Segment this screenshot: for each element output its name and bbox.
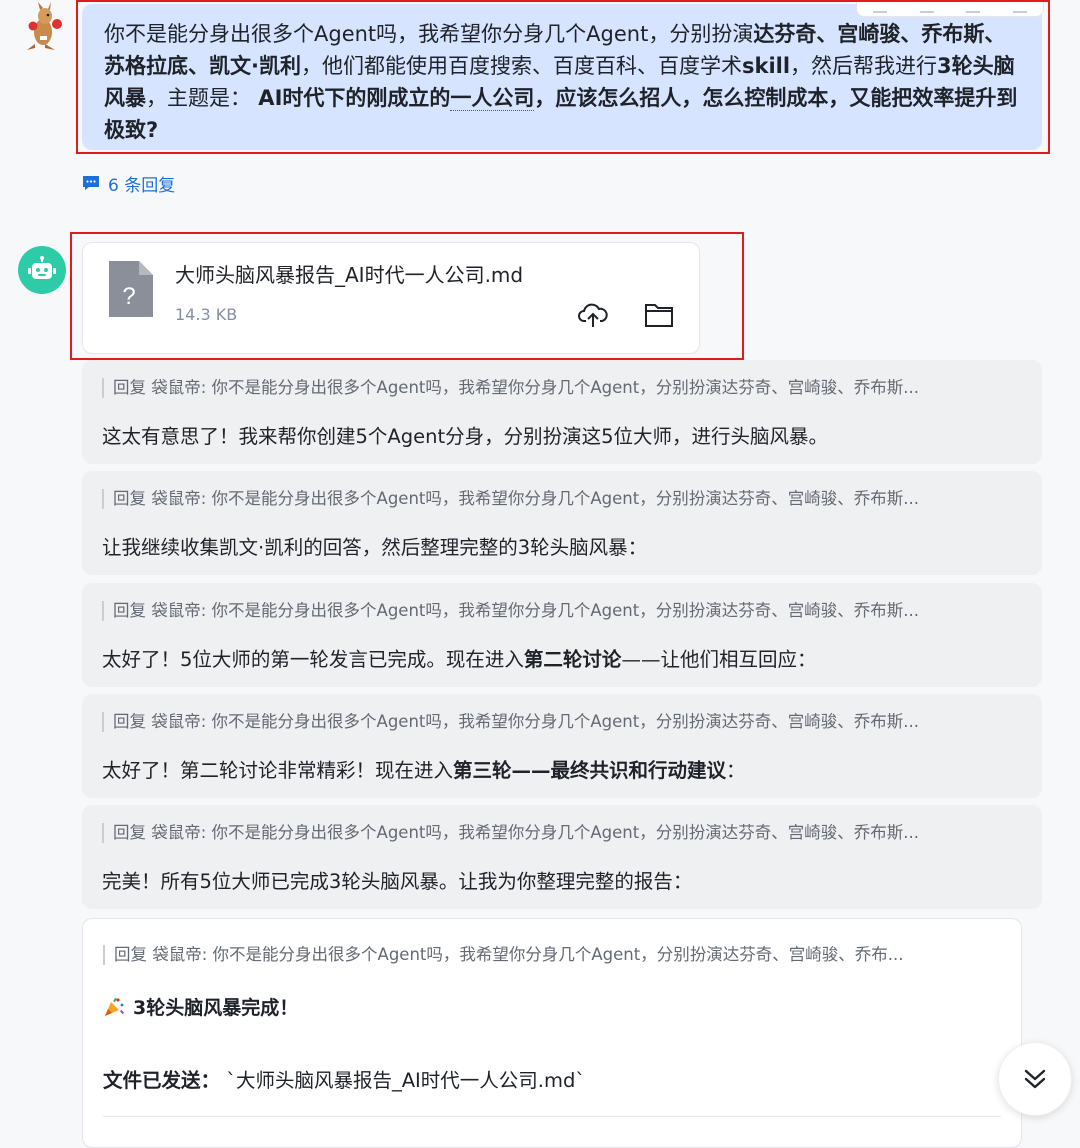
text-segment: 让我继续收集凯文·凯利的回答，然后整理完整的3轮头脑风暴： xyxy=(102,536,648,559)
user-message-bubble[interactable]: 你不是能分身出很多个Agent吗，我希望你分身几个Agent，分别扮演达芬奇、宫… xyxy=(82,4,1042,150)
bot-message[interactable]: 回复 袋鼠帝: 你不是能分身出很多个Agent吗，我希望你分身几个Agent，分… xyxy=(82,360,1042,464)
reply-quote: 回复 袋鼠帝: 你不是能分身出很多个Agent吗，我希望你分身几个Agent，分… xyxy=(102,489,919,509)
party-popper-icon xyxy=(105,997,125,1016)
text-segment: ，然后帮我进行 xyxy=(790,54,938,78)
text-segment: 太好了！5位大师的第一轮发言已完成。现在进入 xyxy=(102,648,524,671)
scroll-to-bottom-button[interactable] xyxy=(998,1042,1072,1116)
message-text: 让我继续收集凯文·凯利的回答，然后整理完整的3轮头脑风暴： xyxy=(102,531,647,560)
final-report-message[interactable]: 回复 袋鼠帝: 你不是能分身出很多个Agent吗，我希望你分身几个Agent，分… xyxy=(82,918,1022,1148)
reply-quote: 回复 袋鼠帝: 你不是能分身出很多个Agent吗，我希望你分身几个Agent，分… xyxy=(103,945,903,965)
user-message-text: 你不是能分身出很多个Agent吗，我希望你分身几个Agent，分别扮演达芬奇、宫… xyxy=(104,22,1017,142)
file-type-glyph: ? xyxy=(122,283,135,310)
open-folder-button[interactable] xyxy=(643,299,675,331)
bot-message[interactable]: 回复 袋鼠帝: 你不是能分身出很多个Agent吗，我希望你分身几个Agent，分… xyxy=(82,805,1042,909)
toolbar-action-icon[interactable] xyxy=(966,3,981,13)
file-sent-label: 文件已发送： xyxy=(103,1069,221,1092)
toolbar-action-icon[interactable] xyxy=(1012,3,1027,13)
message-text: 这太有意思了！我来帮你创建5个Agent分身，分别扮演这5位大师，进行头脑风暴。 xyxy=(102,420,828,449)
text-segment: 一人公司 xyxy=(450,86,535,111)
text-segment: 太好了！第二轮讨论非常精彩！现在进入 xyxy=(102,759,454,782)
text-segment: ，他们都能使用百度搜索、百度百科、百度学术 xyxy=(300,54,742,78)
text-segment: ——让他们相互回应： xyxy=(621,648,817,671)
text-segment: 第二轮讨论 xyxy=(523,648,622,671)
replies-count: 6 条回复 xyxy=(108,175,176,196)
file-size: 14.3 KB xyxy=(175,305,238,324)
text-segment: 第三轮——最终共识和行动建议 xyxy=(453,759,727,782)
text-segment: 这太有意思了！我来帮你创建5个Agent分身，分别扮演这5位大师，进行头脑风暴。 xyxy=(102,425,829,448)
toolbar-action-icon[interactable] xyxy=(919,3,934,13)
bot-message[interactable]: 回复 袋鼠帝: 你不是能分身出很多个Agent吗，我希望你分身几个Agent，分… xyxy=(82,583,1042,687)
text-segment: 完美！所有5位大师已完成3轮头脑风暴。让我为你整理完整的报告： xyxy=(102,870,693,893)
reply-quote: 回复 袋鼠帝: 你不是能分身出很多个Agent吗，我希望你分身几个Agent，分… xyxy=(102,378,919,398)
double-chevron-down-icon xyxy=(1024,1069,1046,1089)
text-segment: ，主题是： xyxy=(146,86,251,110)
comment-icon xyxy=(83,176,99,190)
toolbar-action-icon[interactable] xyxy=(873,3,888,13)
text-segment: 你不是能分身出很多个Agent吗，我希望你分身几个Agent，分别扮演 xyxy=(104,22,754,46)
bot-avatar[interactable] xyxy=(18,246,66,294)
bot-message[interactable]: 回复 袋鼠帝: 你不是能分身出很多个Agent吗，我希望你分身几个Agent，分… xyxy=(82,694,1042,798)
upload-cloud-button[interactable] xyxy=(577,299,609,331)
replies-link[interactable]: 6 条回复 xyxy=(82,170,175,196)
cloud-upload-icon xyxy=(578,303,608,327)
completion-text: 3轮头脑风暴完成！ xyxy=(133,997,299,1019)
completion-heading: 3轮头脑风暴完成！ xyxy=(103,993,298,1020)
message-text: 太好了！第二轮讨论非常精彩！现在进入第三轮——最终共识和行动建议： xyxy=(102,754,746,783)
reply-quote: 回复 袋鼠帝: 你不是能分身出很多个Agent吗，我希望你分身几个Agent，分… xyxy=(102,712,919,732)
divider xyxy=(103,1116,1001,1117)
file-attachment-card[interactable]: ? 大师头脑风暴报告_AI时代一人公司.md 14.3 KB xyxy=(82,242,700,354)
message-hover-toolbar xyxy=(856,0,1044,17)
text-segment: AI时代下的刚成立的 xyxy=(251,86,451,110)
file-sent-line: 文件已发送： `大师头脑风暴报告_AI时代一人公司.md` xyxy=(103,1064,585,1093)
robot-icon xyxy=(28,256,56,279)
user-avatar[interactable] xyxy=(20,2,70,52)
unknown-file-icon: ? xyxy=(109,261,153,317)
file-name: 大师头脑风暴报告_AI时代一人公司.md xyxy=(175,263,524,287)
file-sent-value: `大师头脑风暴报告_AI时代一人公司.md` xyxy=(220,1069,586,1092)
text-segment: ： xyxy=(726,759,746,782)
reply-quote: 回复 袋鼠帝: 你不是能分身出很多个Agent吗，我希望你分身几个Agent，分… xyxy=(102,823,919,843)
bot-message[interactable]: 回复 袋鼠帝: 你不是能分身出很多个Agent吗，我希望你分身几个Agent，分… xyxy=(82,471,1042,575)
message-text: 完美！所有5位大师已完成3轮头脑风暴。让我为你整理完整的报告： xyxy=(102,865,692,894)
kangaroo-avatar-icon xyxy=(27,2,62,50)
message-text: 太好了！5位大师的第一轮发言已完成。现在进入第二轮讨论——让他们相互回应： xyxy=(102,643,816,672)
text-segment: skill xyxy=(741,54,791,78)
reply-quote: 回复 袋鼠帝: 你不是能分身出很多个Agent吗，我希望你分身几个Agent，分… xyxy=(102,601,919,621)
folder-icon xyxy=(645,304,673,327)
